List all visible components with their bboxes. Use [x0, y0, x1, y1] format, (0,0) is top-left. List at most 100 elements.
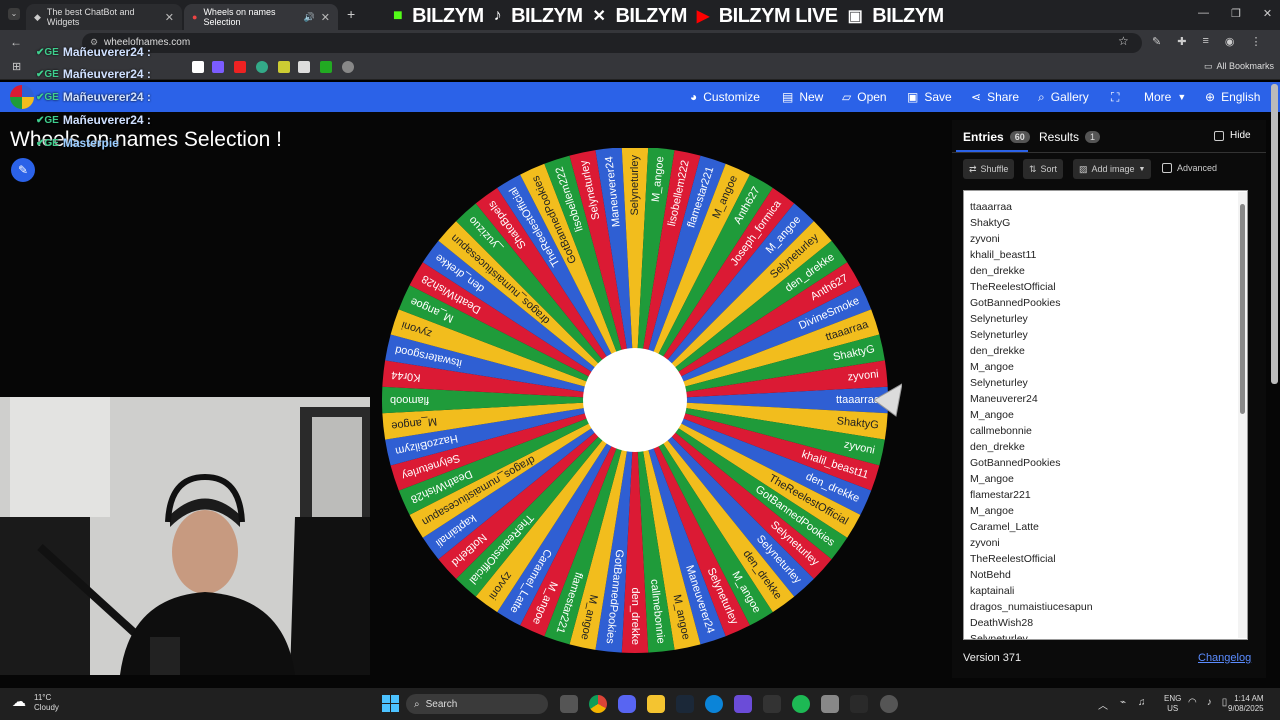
name-wheel[interactable]: ttaaarraaShaktyGzyvonikhalil_beast11den_…	[382, 148, 902, 658]
omnibox[interactable]	[82, 33, 1142, 53]
wheel-label: flamoob	[390, 394, 429, 406]
bookmark-icon[interactable]	[192, 61, 204, 73]
spotify-icon[interactable]	[792, 695, 810, 713]
back-icon[interactable]: ←	[10, 35, 22, 49]
store-icon[interactable]	[821, 695, 839, 713]
shuffle-button[interactable]: ⇄ Shuffle	[963, 159, 1015, 179]
version-label: Version 371	[963, 652, 1022, 664]
gallery-button[interactable]: ⌕ Gallery	[1038, 82, 1089, 112]
windows-start-icon[interactable]	[382, 695, 399, 712]
weather-icon[interactable]: ☁	[12, 693, 26, 710]
bookmark-star-icon[interactable]: ☆	[1118, 34, 1129, 48]
menu-icon[interactable]: ⋮	[1250, 35, 1261, 48]
entry-line: kaptainali	[970, 585, 1015, 597]
entries-count-badge: 60	[1009, 131, 1030, 143]
wheel-center[interactable]	[583, 348, 687, 452]
extension-icon[interactable]: ✎	[1152, 35, 1161, 48]
tab-entries[interactable]: Entries 60	[963, 130, 1030, 144]
shuffle-label: Shuffle	[980, 164, 1009, 174]
obs-icon[interactable]	[880, 695, 898, 713]
globe-icon: ⊕	[1205, 90, 1216, 104]
language-indicator[interactable]: ENG US	[1164, 694, 1181, 714]
close-window-icon[interactable]: ✕	[1263, 7, 1272, 20]
app-icon[interactable]	[734, 695, 752, 713]
bookmark-icon[interactable]	[320, 61, 332, 73]
volume-icon[interactable]: ♪	[1207, 697, 1212, 708]
open-button[interactable]: ▱ Open	[842, 82, 887, 112]
tab-label: The best ChatBot and Widgets	[46, 7, 135, 27]
more-button[interactable]: More ▼	[1144, 82, 1186, 112]
bookmark-icon[interactable]	[234, 61, 246, 73]
hide-checkbox[interactable]	[1214, 130, 1224, 141]
speaker-icon[interactable]: 🔊	[304, 12, 315, 23]
bookmark-icon[interactable]	[212, 61, 224, 73]
entry-line: DeathWish28	[970, 617, 1034, 629]
steam-icon[interactable]	[676, 695, 694, 713]
advanced-label: Advanced	[1177, 163, 1218, 173]
media-icon[interactable]: ≡	[1202, 35, 1208, 48]
app-icon[interactable]	[850, 695, 868, 713]
close-icon[interactable]: ✕	[321, 11, 330, 24]
wifi-icon[interactable]: ◠	[1188, 697, 1197, 708]
weather-widget[interactable]: 11°C Cloudy	[34, 693, 59, 713]
clock[interactable]: 1:14 AM 9/08/2025	[1228, 694, 1264, 714]
restore-icon[interactable]: ❐	[1231, 7, 1241, 20]
all-bookmarks[interactable]: ▭ All Bookmarks	[1204, 61, 1274, 72]
advanced-checkbox[interactable]	[1162, 163, 1172, 173]
search-label: Search	[425, 698, 458, 710]
hide-toggle[interactable]: Hide	[1214, 130, 1251, 141]
weather-temp: 11°C	[34, 693, 52, 702]
sort-button[interactable]: ⇅ Sort	[1023, 159, 1064, 179]
entries-textarea[interactable]: ttaaarraa ShaktyG zyvoni khalil_beast11 den_…	[963, 190, 1248, 640]
entries-scrollbar[interactable]	[1238, 192, 1247, 638]
edge-icon[interactable]	[705, 695, 723, 713]
region-code: US	[1167, 704, 1179, 713]
bookmark-icon[interactable]	[278, 61, 290, 73]
discord-icon[interactable]	[618, 695, 636, 713]
new-button[interactable]: ▤ New	[782, 82, 823, 112]
save-button[interactable]: ▣ Save	[907, 82, 952, 112]
advanced-toggle[interactable]: Advanced	[1162, 163, 1217, 173]
edit-title-button[interactable]: ✎	[11, 158, 35, 182]
bookmark-icon[interactable]	[256, 61, 268, 73]
fullscreen-button[interactable]: ⛶	[1111, 82, 1119, 112]
profile-icon[interactable]: ◉	[1225, 35, 1235, 48]
network-icon[interactable]: ⌁	[1120, 697, 1126, 712]
customize-button[interactable]: ◕ Customize	[690, 82, 760, 112]
bookmark-icon[interactable]	[342, 61, 354, 73]
mic-icon[interactable]: ♫	[1138, 697, 1146, 712]
taskbar-search[interactable]: ⌕ Search	[406, 694, 548, 714]
share-button[interactable]: ⋖ Share	[971, 82, 1019, 112]
active-tab-indicator	[956, 150, 1028, 152]
share-label: Share	[987, 90, 1020, 104]
tab-search-icon[interactable]: ⌄	[8, 8, 20, 20]
puzzle-icon[interactable]: ✚	[1177, 35, 1186, 48]
language-button[interactable]: ⊕ English	[1205, 82, 1260, 112]
tab-wheel[interactable]: ● Wheels on names Selection 🔊 ✕	[184, 4, 338, 30]
scrollbar-thumb[interactable]	[1240, 204, 1245, 414]
battery-icon[interactable]: ▯	[1222, 697, 1228, 708]
chevron-down-icon: ▼	[1177, 92, 1187, 102]
tab-chatbot[interactable]: ◆ The best ChatBot and Widgets ✕	[26, 4, 182, 30]
chrome-icon[interactable]	[589, 695, 607, 713]
add-image-button[interactable]: ▨ Add image ▼	[1073, 159, 1152, 179]
bookmark-icon[interactable]	[298, 61, 310, 73]
tab-favicon-icon: ●	[192, 12, 198, 22]
app-icon[interactable]	[763, 695, 781, 713]
hide-label: Hide	[1230, 130, 1251, 141]
explorer-icon[interactable]	[647, 695, 665, 713]
tab-results[interactable]: Results 1	[1039, 130, 1101, 144]
task-view-icon[interactable]	[560, 695, 578, 713]
logo-icon[interactable]	[10, 85, 34, 109]
changelog-link[interactable]: Changelog	[1198, 652, 1251, 664]
minimize-icon[interactable]: —	[1198, 7, 1209, 20]
folder-icon: ▭	[1204, 61, 1213, 71]
apps-icon[interactable]: ⊞	[12, 60, 21, 73]
page-scrollbar[interactable]	[1271, 84, 1278, 384]
chevron-up-icon[interactable]: ︿	[1098, 697, 1108, 712]
wheel-label: Selyneturley	[629, 155, 641, 216]
pencil-icon: ✎	[17, 163, 29, 177]
new-tab-icon[interactable]: +	[347, 6, 355, 22]
entry-line: M_angoe	[970, 361, 1014, 373]
close-icon[interactable]: ✕	[165, 11, 174, 24]
